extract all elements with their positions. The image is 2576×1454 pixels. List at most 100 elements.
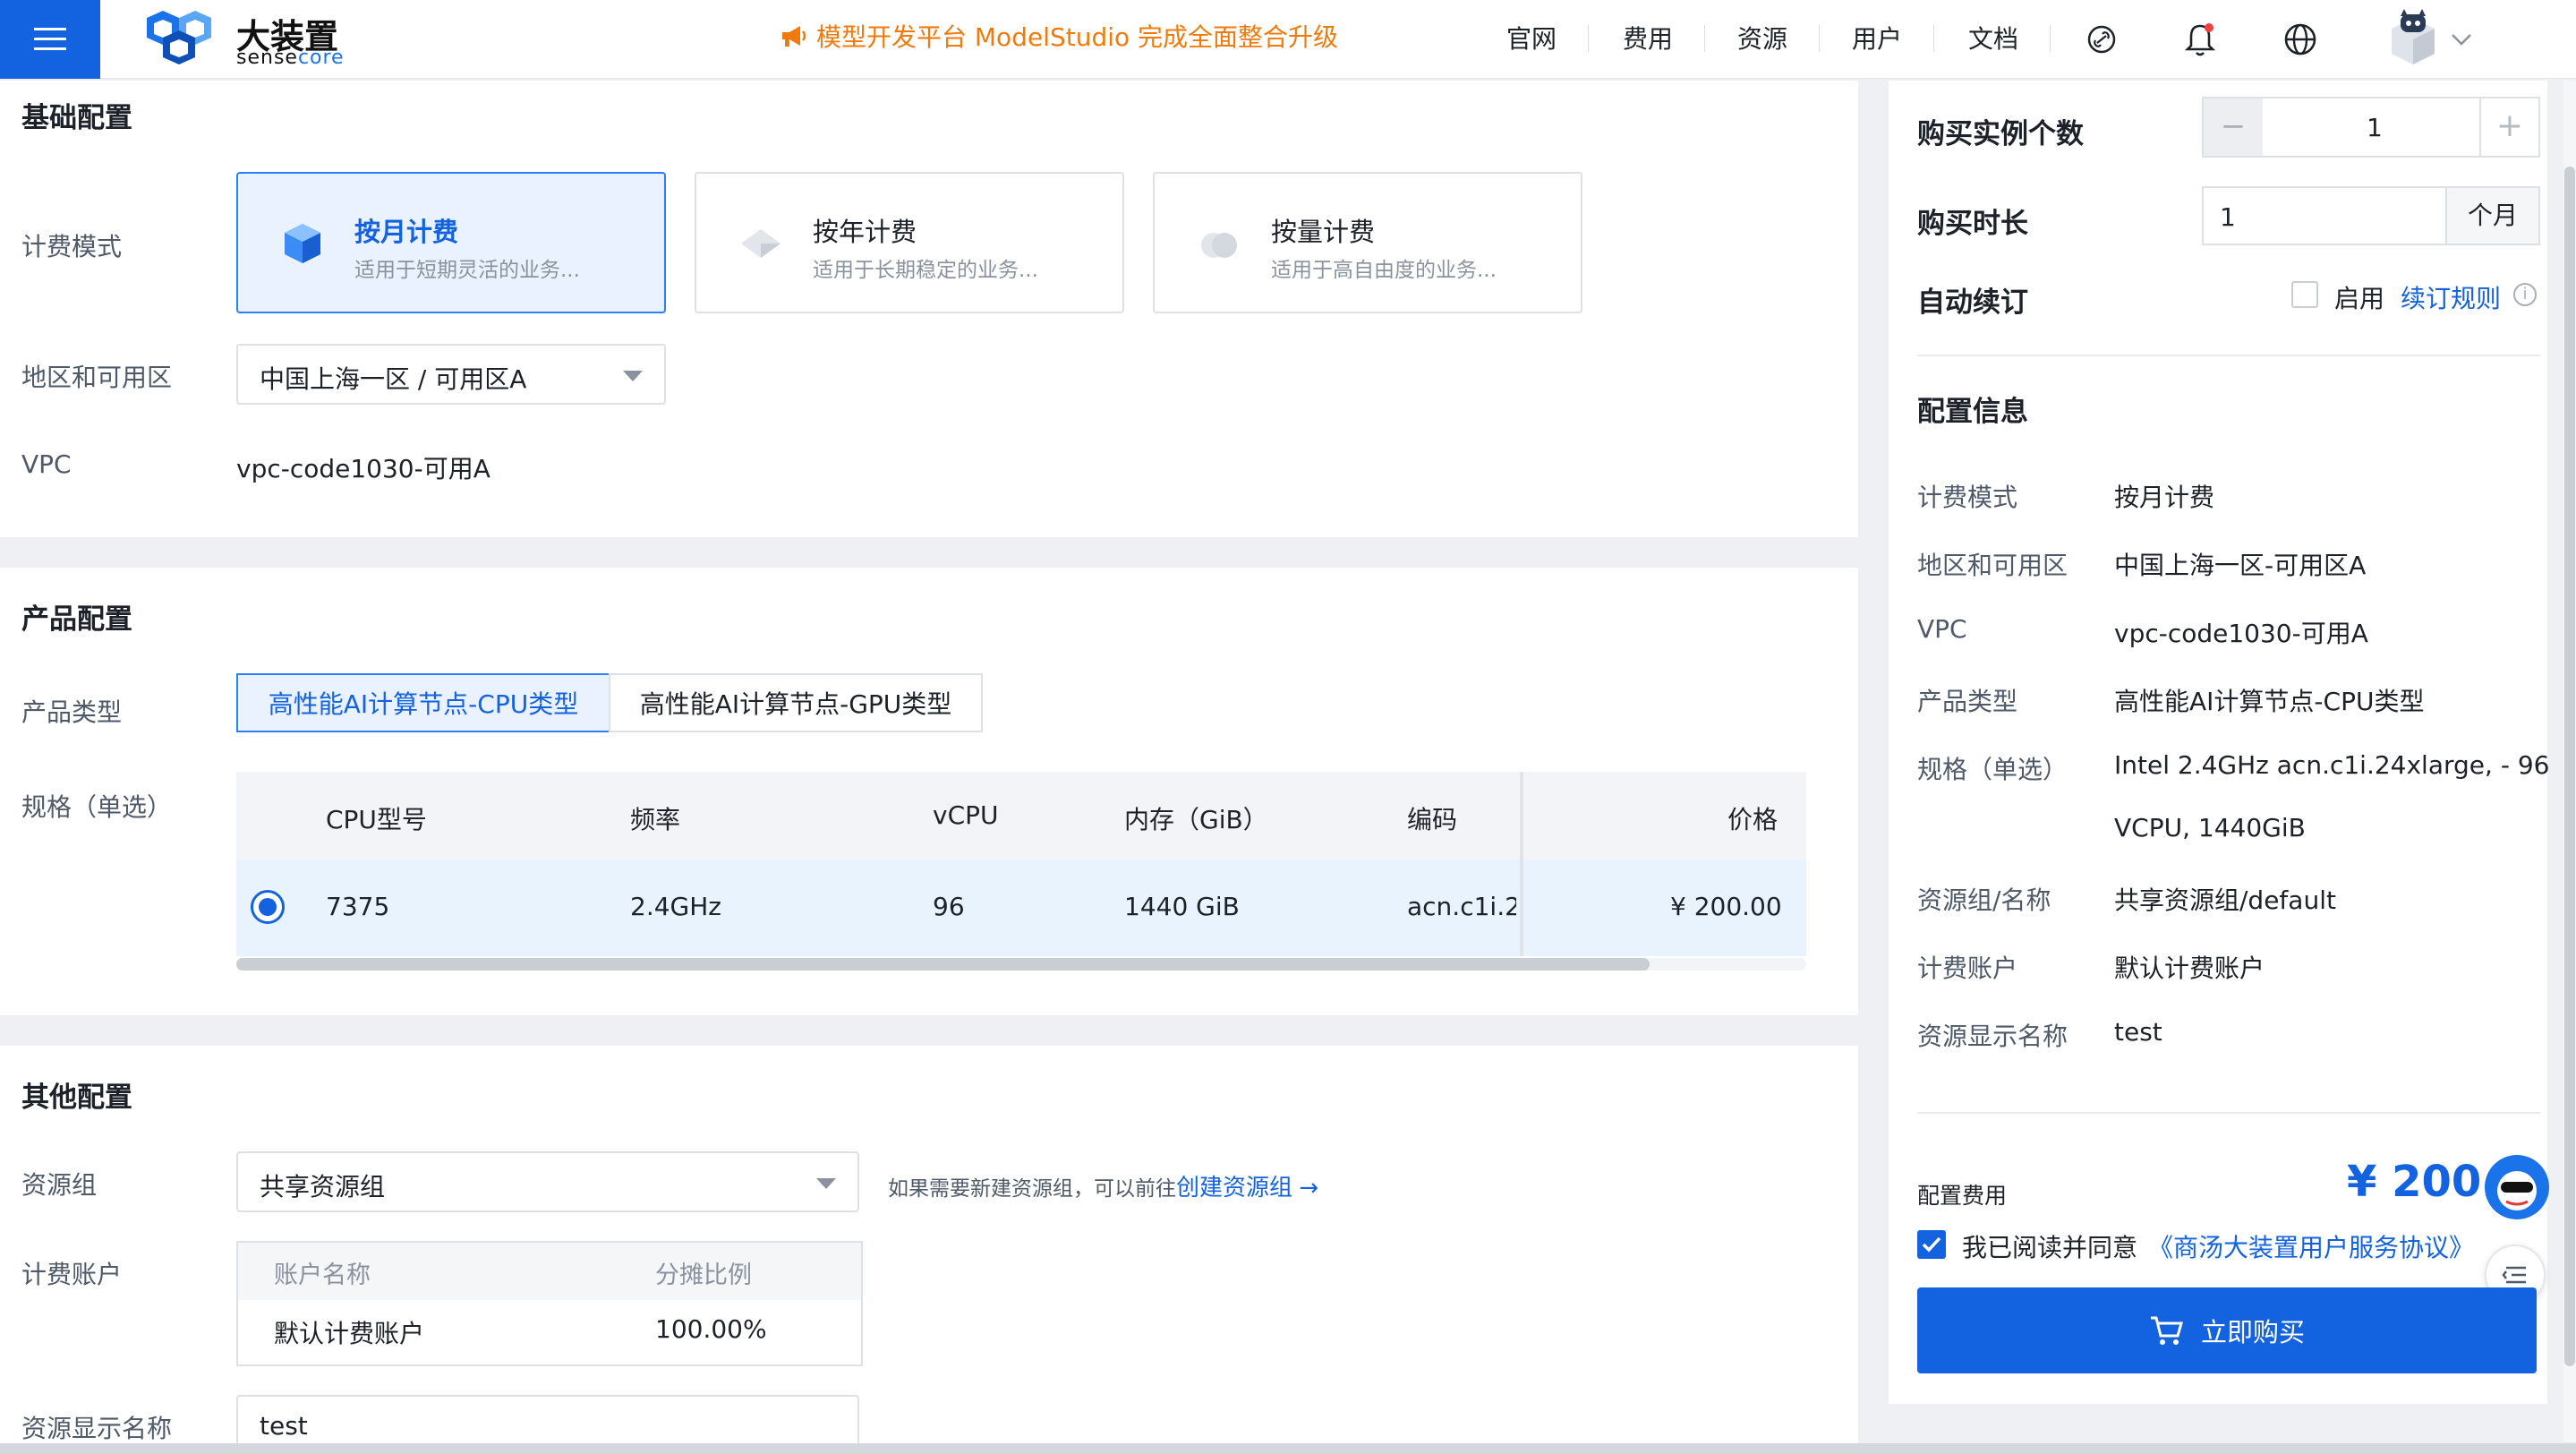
buy-now-button[interactable]: 立即购买	[1917, 1287, 2537, 1373]
instance-count-label: 购买实例个数	[1917, 118, 2084, 150]
link-icon[interactable]	[2078, 16, 2125, 63]
nav-divider	[1933, 25, 1934, 52]
info-region-value: 中国上海一区-可用区A	[2114, 551, 2367, 580]
menu-icon[interactable]	[0, 0, 100, 79]
display-name-label: 资源显示名称	[21, 1414, 173, 1443]
resource-group-select[interactable]: 共享资源组	[236, 1151, 859, 1212]
billing-account-table: 账户名称 分摊比例 默认计费账户 100.00%	[236, 1241, 863, 1366]
duration-label: 购买时长	[1917, 208, 2028, 240]
spec-table-row[interactable]	[236, 860, 1806, 956]
renewal-rules-link[interactable]: 续订规则	[2401, 279, 2501, 315]
nav-home[interactable]: 官网	[1506, 20, 1557, 56]
info-display-name-value: test	[2114, 1017, 2162, 1047]
info-spec-value-line2: VCPU, 1440GiB	[2114, 813, 2306, 842]
auto-renew-label: 自动续订	[1917, 287, 2028, 319]
info-resource-group-value: 共享资源组/default	[2114, 885, 2336, 915]
duration-unit: 个月	[2445, 188, 2538, 244]
duration-input[interactable]: 1 个月	[2202, 186, 2540, 245]
cell-ratio: 100.00%	[655, 1314, 767, 1344]
cloud-icon	[1201, 233, 1237, 258]
table-scrollbar[interactable]	[236, 958, 1650, 971]
resource-group-label: 资源组	[21, 1170, 98, 1200]
page-horizontal-scrollbar[interactable]	[0, 1443, 2576, 1454]
vpc-value: vpc-code1030-可用A	[236, 454, 490, 483]
logo-mark	[147, 11, 211, 64]
nav-billing[interactable]: 费用	[1623, 20, 1673, 56]
info-billing-label: 计费模式	[1917, 483, 2018, 512]
spec-table-header	[236, 772, 1806, 860]
billing-option-yearly[interactable]: 按年计费 适用于长期稳定的业务...	[695, 172, 1124, 313]
divider	[1917, 355, 2540, 356]
col-memory: 内存（GiB）	[1124, 805, 1268, 834]
increment-button[interactable]: +	[2479, 98, 2538, 156]
decrement-button[interactable]: −	[2204, 98, 2263, 156]
info-display-name-label: 资源显示名称	[1917, 1022, 2068, 1051]
billing-option-title: 按量计费	[1271, 217, 1376, 247]
nav-divider	[1819, 25, 1820, 52]
info-region-label: 地区和可用区	[1917, 551, 2068, 580]
info-vpc-value: vpc-code1030-可用A	[2114, 619, 2368, 648]
agree-text: 我已阅读并同意	[1962, 1233, 2138, 1262]
billing-account-label: 计费账户	[21, 1260, 123, 1289]
divider	[1917, 1112, 2540, 1114]
cart-icon	[2150, 1316, 2183, 1345]
billing-option-title: 按年计费	[813, 217, 917, 247]
buy-now-label: 立即购买	[2200, 1317, 2305, 1347]
bell-icon[interactable]	[2177, 16, 2223, 63]
announcement[interactable]: 模型开发平台 ModelStudio 完成全面整合升级	[780, 18, 1338, 54]
col-account-name: 账户名称	[274, 1262, 371, 1289]
logo[interactable]: 大装置 sensecore	[131, 7, 363, 72]
billing-option-desc: 适用于高自由度的业务...	[1271, 259, 1497, 282]
diamond-icon	[741, 229, 780, 258]
info-spec-value: Intel 2.4GHz acn.c1i.24xlarge, - 96	[2114, 750, 2550, 780]
info-account-value: 默认计费账户	[2114, 954, 2265, 983]
cell-code: acn.c1i.24	[1407, 892, 1516, 921]
product-type-gpu[interactable]: 高性能AI计算节点-GPU类型	[609, 673, 983, 732]
chevron-down-icon[interactable]	[2444, 16, 2479, 63]
instance-count-value: 1	[2367, 113, 2383, 142]
right-panel-scrollbar[interactable]	[2564, 167, 2575, 1366]
display-name-value: test	[260, 1411, 308, 1441]
caret-down-icon	[623, 371, 643, 381]
billing-option-monthly[interactable]: 按月计费 适用于短期灵活的业务...	[236, 172, 666, 313]
caret-down-icon	[816, 1178, 836, 1189]
nav-divider	[1704, 25, 1705, 52]
nav-divider	[2050, 25, 2051, 52]
vpc-label: VPC	[21, 449, 72, 479]
brand-sub: sensecore	[236, 47, 345, 69]
assistant-avatar[interactable]	[2485, 1155, 2549, 1219]
other-config-title: 其他配置	[21, 1082, 132, 1114]
billing-mode-label: 计费模式	[21, 232, 123, 261]
billing-option-usage[interactable]: 按量计费 适用于高自由度的业务...	[1153, 172, 1582, 313]
resource-group-value: 共享资源组	[260, 1172, 386, 1202]
region-select[interactable]: 中国上海一区 / 可用区A	[236, 344, 666, 405]
globe-icon[interactable]	[2277, 16, 2324, 63]
instance-count-stepper[interactable]: − 1 +	[2202, 97, 2540, 158]
info-spec-label: 规格（单选）	[1917, 755, 2068, 784]
nav-resources[interactable]: 资源	[1737, 20, 1787, 56]
cell-account-name: 默认计费账户	[274, 1319, 425, 1348]
nav-docs[interactable]: 文档	[1968, 20, 2018, 56]
basic-config-title: 基础配置	[21, 102, 132, 134]
cell-cpu-model: 7375	[326, 892, 390, 921]
nav-users[interactable]: 用户	[1852, 20, 1902, 56]
announcement-text: 模型开发平台 ModelStudio 完成全面整合升级	[816, 22, 1339, 52]
create-resource-group-link[interactable]: 创建资源组	[1176, 1175, 1292, 1202]
auto-renew-checkbox[interactable]	[2291, 281, 2318, 308]
user-avatar[interactable]	[2383, 7, 2444, 68]
spec-radio[interactable]	[251, 890, 285, 924]
product-type-label: 产品类型	[21, 697, 123, 727]
info-vpc-label: VPC	[1917, 614, 1967, 644]
billing-option-desc: 适用于长期稳定的业务...	[813, 259, 1038, 282]
product-type-cpu[interactable]: 高性能AI计算节点-CPU类型	[236, 673, 610, 732]
spec-label: 规格（单选）	[21, 792, 173, 822]
service-agreement-link[interactable]: 《商汤大装置用户服务协议》	[2148, 1228, 2474, 1264]
col-code: 编码	[1407, 805, 1458, 834]
col-vcpu: vCPU	[933, 800, 999, 830]
agree-checkbox[interactable]	[1917, 1230, 1946, 1259]
cell-price: ¥ 200.00	[1670, 892, 1782, 921]
billing-option-title: 按月计费	[354, 217, 459, 247]
info-icon[interactable]: i	[2513, 283, 2537, 306]
col-cpu-model: CPU型号	[326, 805, 427, 834]
region-value: 中国上海一区 / 可用区A	[260, 364, 527, 394]
